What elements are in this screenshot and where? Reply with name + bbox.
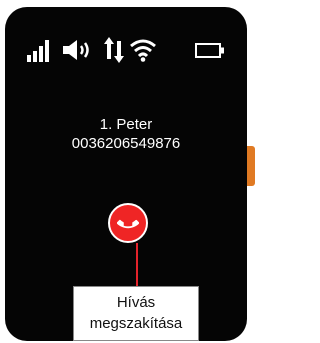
callout-label-box: Hívás megszakítása: [73, 286, 199, 341]
wifi-icon: [130, 39, 156, 62]
volume-icon: [63, 40, 89, 60]
caller-info: 1. Peter 0036206549876: [5, 115, 247, 153]
callout-pointer-line: [136, 243, 138, 286]
phone-number: 0036206549876: [71, 135, 181, 152]
signal-icon: [27, 40, 49, 62]
battery-icon: [195, 43, 224, 58]
phone-hangup-icon: [117, 219, 139, 229]
callout-label-line1: Hívás: [116, 294, 156, 311]
contact-name: 1. Peter: [99, 116, 153, 133]
screen-stage: 1. Peter 0036206549876 Hívás megszakítás…: [0, 0, 260, 343]
status-bar: [5, 7, 247, 67]
hangup-button[interactable]: [108, 203, 148, 243]
side-button[interactable]: [247, 146, 255, 186]
data-transfer-icon: [104, 37, 124, 63]
callout-label-line2: megszakítása: [89, 315, 183, 332]
